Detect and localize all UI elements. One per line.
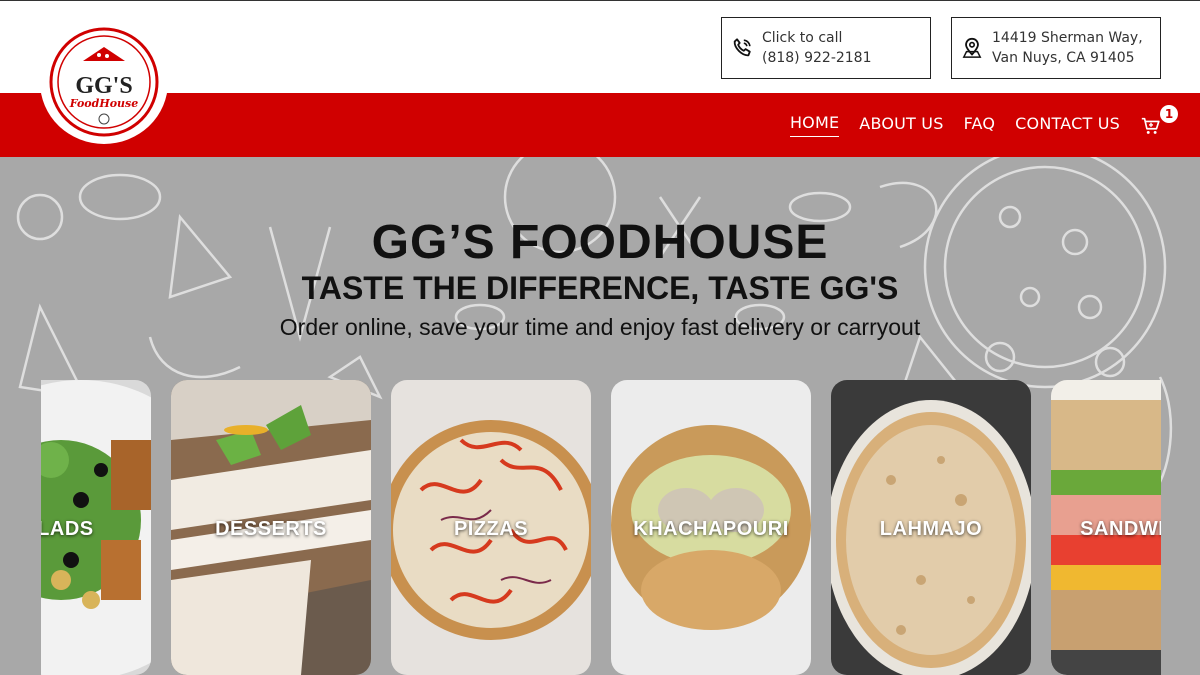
category-label-salads: SALADS bbox=[41, 518, 94, 540]
logo-text: GG'S bbox=[75, 73, 132, 99]
category-label-khachapouri: KHACHAPOURI bbox=[633, 518, 789, 540]
hero-section: GG’S FOODHOUSE TASTE THE DIFFERENCE, TAS… bbox=[0, 157, 1200, 675]
category-card-salads[interactable]: SALADS bbox=[41, 380, 151, 675]
category-label-sandwiches: SANDWICHES bbox=[1080, 518, 1161, 540]
nav-contact-us[interactable]: CONTACT US bbox=[1015, 114, 1120, 137]
category-label-desserts: DESSERTS bbox=[215, 518, 327, 540]
category-card-khachapouri[interactable]: KHACHAPOURI bbox=[611, 380, 811, 675]
category-card-lahmajo[interactable]: LAHMAJO bbox=[831, 380, 1031, 675]
top-bar: Click to call (818) 922-2181 14419 Sherm… bbox=[0, 0, 1200, 93]
main-navbar: HOME ABOUT US FAQ CONTACT US 1 bbox=[0, 93, 1200, 157]
category-carousel: SALADS DESSERTS bbox=[41, 380, 1161, 675]
category-label-pizzas: PIZZAS bbox=[453, 518, 529, 540]
nav-home[interactable]: HOME bbox=[789, 113, 840, 137]
cart-icon bbox=[1141, 117, 1160, 134]
category-card-sandwiches[interactable]: SANDWICHES bbox=[1051, 380, 1161, 675]
address-line-1: 14419 Sherman Way, bbox=[992, 30, 1143, 46]
hero-subtitle: TASTE THE DIFFERENCE, TASTE GG'S bbox=[301, 270, 899, 306]
cart-button[interactable]: 1 bbox=[1140, 105, 1180, 143]
phone-icon bbox=[722, 37, 762, 59]
category-card-pizzas[interactable]: PIZZAS bbox=[391, 380, 591, 675]
address-line-2: Van Nuys, CA 91405 bbox=[992, 50, 1135, 66]
address-box[interactable]: 14419 Sherman Way, Van Nuys, CA 91405 bbox=[951, 17, 1161, 79]
logo-script: FoodHouse bbox=[69, 97, 139, 110]
nav-faq[interactable]: FAQ bbox=[964, 114, 996, 137]
hero-title: GG’S FOODHOUSE bbox=[371, 216, 829, 269]
map-pin-icon bbox=[952, 37, 992, 59]
nav-menu: HOME ABOUT US FAQ CONTACT US bbox=[789, 93, 1120, 157]
category-card-desserts[interactable]: DESSERTS bbox=[171, 380, 371, 675]
phone-number[interactable]: (818) 922-2181 bbox=[762, 48, 872, 68]
nav-about-us[interactable]: ABOUT US bbox=[859, 114, 943, 137]
site-logo[interactable]: GG'S FoodHouse bbox=[40, 20, 168, 144]
phone-label: Click to call bbox=[762, 30, 843, 46]
category-label-lahmajo: LAHMAJO bbox=[879, 518, 983, 540]
hero-tagline: Order online, save your time and enjoy f… bbox=[279, 314, 921, 340]
cart-count-badge: 1 bbox=[1160, 105, 1178, 123]
click-to-call-box[interactable]: Click to call (818) 922-2181 bbox=[721, 17, 931, 79]
